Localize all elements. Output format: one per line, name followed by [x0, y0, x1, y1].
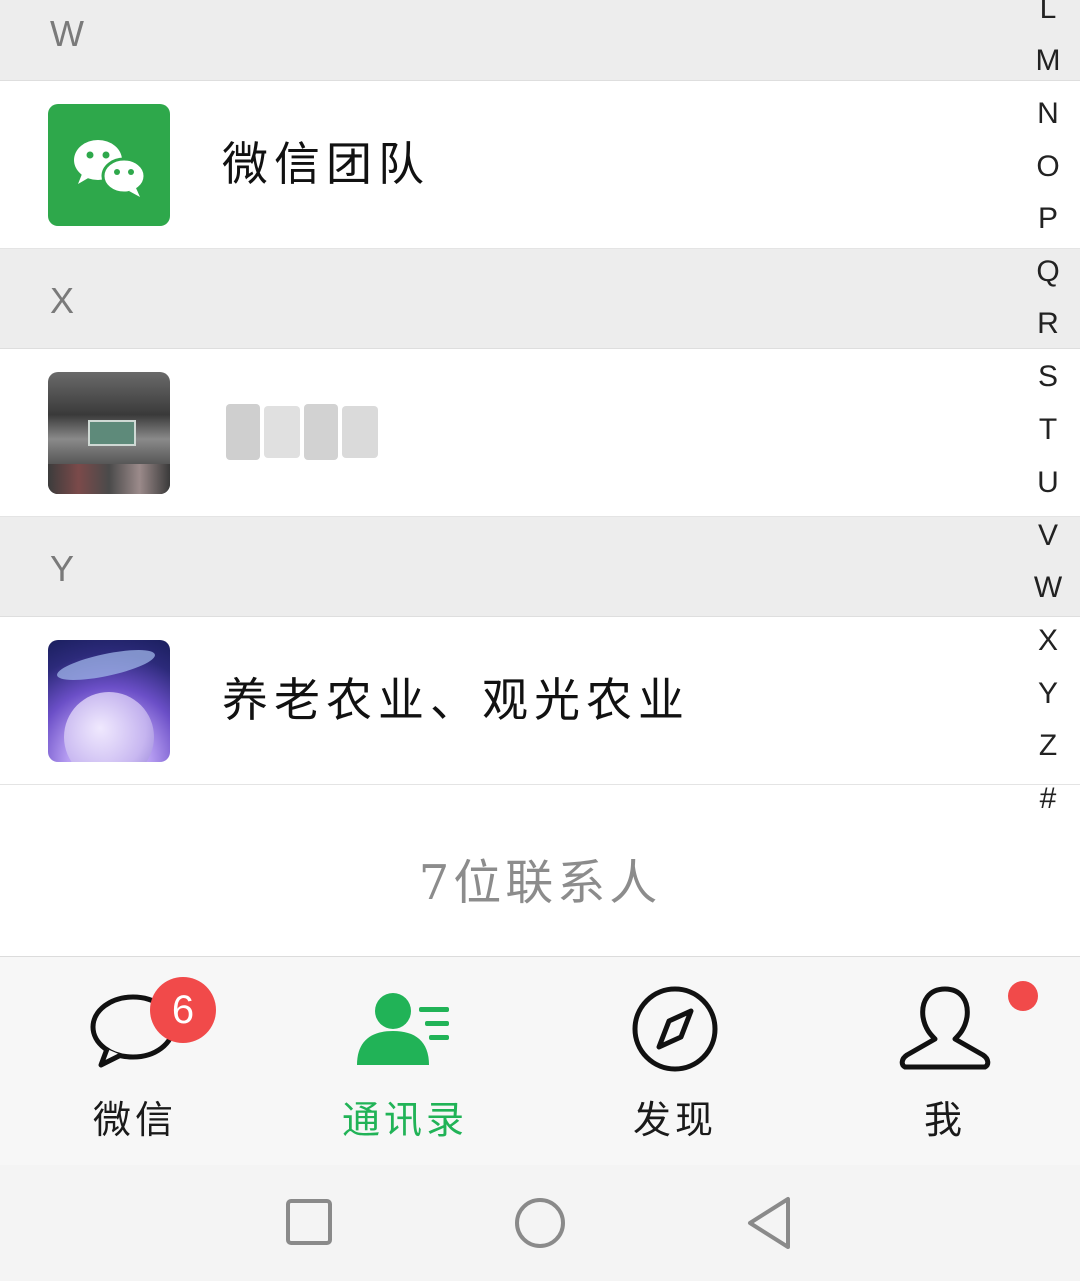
contact-count-footer: 7位联系人 — [0, 785, 1080, 957]
alpha-index-letter[interactable]: R — [1022, 309, 1074, 339]
alphabet-index[interactable]: L M N O P Q R S T U V W X Y Z # — [1022, 0, 1074, 814]
contact-name: 微信团队 — [222, 137, 430, 191]
unread-badge: 6 — [150, 977, 216, 1043]
obscured-contact-name — [220, 400, 386, 464]
avatar-photo-detail — [88, 420, 136, 446]
contact-row-wechat-team[interactable]: 微信团队 — [0, 81, 1080, 249]
alpha-index-letter[interactable]: N — [1022, 99, 1074, 129]
system-nav-bar — [0, 1165, 1080, 1281]
space-art-avatar — [48, 640, 170, 762]
section-header-x: X — [0, 249, 1080, 349]
tab-contacts[interactable]: 通讯录 — [270, 957, 540, 1165]
person-icon — [899, 986, 991, 1070]
wechat-logo-avatar — [48, 104, 170, 226]
alpha-index-letter[interactable]: O — [1022, 152, 1074, 182]
tab-chats[interactable]: 6 微信 — [0, 957, 270, 1165]
alpha-index-letter[interactable]: Z — [1022, 731, 1074, 761]
contact-count-label: 7位联系人 — [418, 855, 662, 911]
tab-label: 发现 — [632, 1098, 717, 1142]
alpha-index-letter[interactable]: Q — [1022, 257, 1074, 287]
compass-icon — [632, 986, 718, 1072]
contact-name: 养老农业、观光农业 — [222, 673, 690, 727]
contacts-icon — [357, 993, 449, 1065]
notification-dot — [1008, 981, 1038, 1011]
alpha-index-letter[interactable]: M — [1022, 46, 1074, 76]
back-icon[interactable] — [744, 1195, 800, 1251]
alpha-index-letter[interactable]: # — [1022, 784, 1074, 814]
contact-row-agriculture[interactable]: 养老农业、观光农业 — [0, 617, 1080, 785]
alpha-index-letter[interactable]: U — [1022, 468, 1074, 498]
avatar-photo-detail — [48, 464, 170, 494]
photo-avatar — [48, 372, 170, 494]
avatar-art-detail — [64, 692, 154, 762]
home-icon[interactable] — [512, 1195, 568, 1251]
section-letter: W — [50, 13, 84, 54]
alpha-index-letter[interactable]: X — [1022, 626, 1074, 656]
section-header-y: Y — [0, 517, 1080, 617]
alpha-index-letter[interactable]: W — [1022, 573, 1074, 603]
tab-label: 通讯录 — [341, 1098, 468, 1142]
alpha-index-letter[interactable]: V — [1022, 521, 1074, 551]
alpha-index-letter[interactable]: S — [1022, 362, 1074, 392]
alpha-index-letter[interactable]: T — [1022, 415, 1074, 445]
tab-label: 我 — [923, 1098, 966, 1142]
alpha-index-letter[interactable]: L — [1022, 0, 1074, 24]
tab-me[interactable]: 我 — [810, 957, 1080, 1165]
tab-label: 微信 — [92, 1098, 177, 1142]
section-letter: Y — [50, 548, 75, 589]
contact-row-obscured[interactable] — [0, 349, 1080, 517]
section-header-w: W — [0, 0, 1080, 81]
avatar-art-detail — [54, 643, 158, 687]
alpha-index-letter[interactable]: P — [1022, 204, 1074, 234]
tab-discover[interactable]: 发现 — [540, 957, 810, 1165]
bottom-tab-bar: 6 微信 通讯录 发现 我 — [0, 957, 1080, 1165]
alpha-index-letter[interactable]: Y — [1022, 679, 1074, 709]
wechat-logo-icon — [74, 140, 147, 197]
recent-apps-icon[interactable] — [282, 1195, 338, 1251]
section-letter: X — [50, 280, 75, 321]
